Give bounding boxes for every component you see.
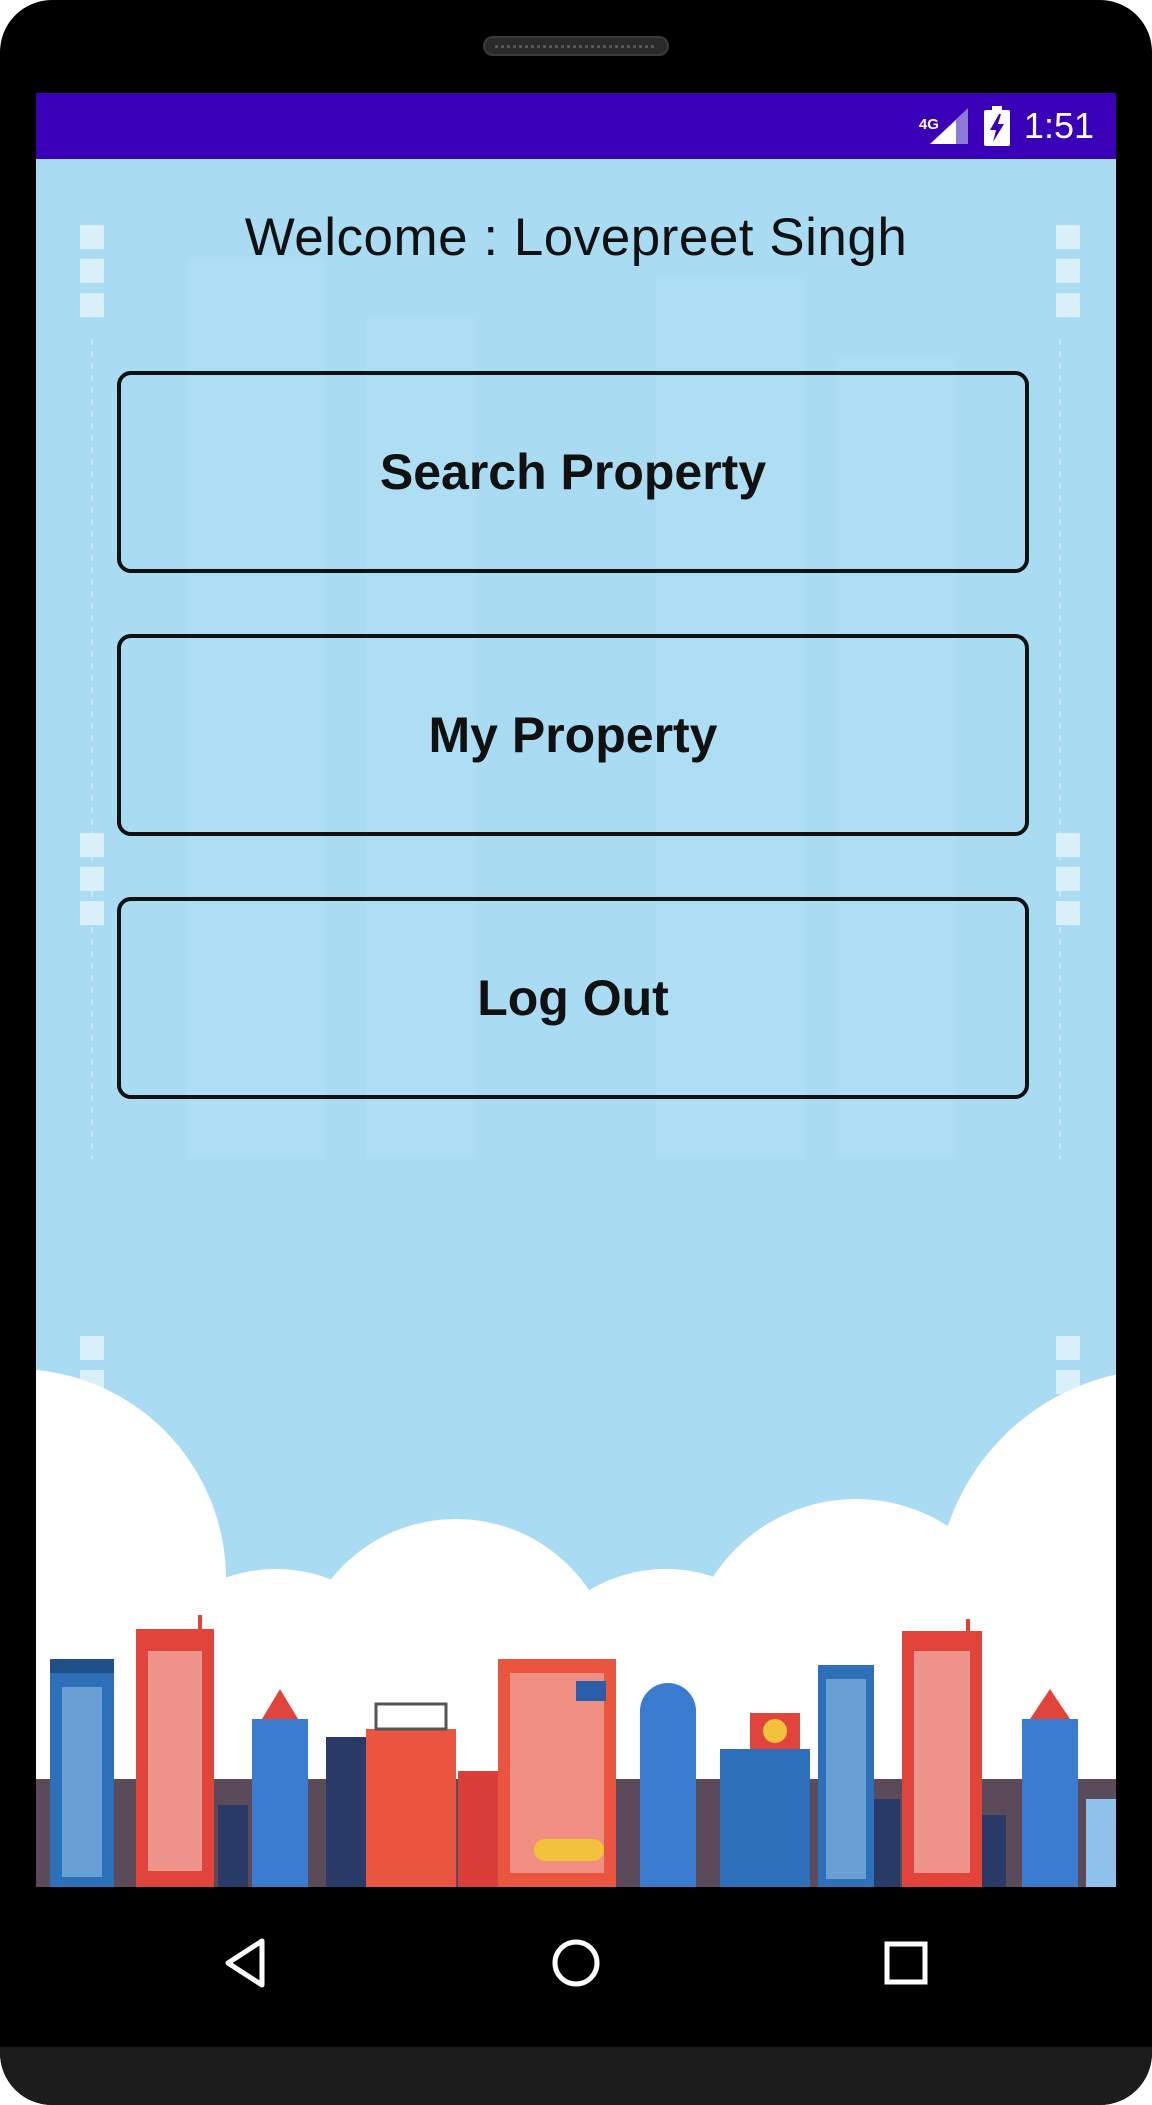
welcome-heading: Welcome : Lovepreet Singh — [36, 207, 1116, 268]
back-triangle-icon[interactable] — [216, 1933, 276, 1993]
status-time: 1:51 — [1023, 105, 1094, 146]
welcome-user-name: Lovepreet Singh — [513, 208, 908, 267]
signal-icon: 4G — [919, 106, 970, 146]
my-property-button[interactable]: My Property — [117, 634, 1029, 836]
android-navigation-bar — [0, 1887, 1152, 2047]
earpiece-speaker — [483, 36, 669, 56]
search-property-button[interactable]: Search Property — [117, 371, 1029, 573]
main-content: Welcome : Lovepreet Singh Search Propert… — [36, 159, 1116, 1887]
device-bottom-bezel — [0, 2047, 1152, 2105]
screen: 4G 1:51 Welcome: Lovepreet Singh Search… — [36, 93, 1116, 1887]
home-circle-icon[interactable] — [546, 1933, 606, 1993]
welcome-prefix: Welcome : — [244, 208, 514, 267]
status-icons: 4G 1:51 — [919, 93, 1094, 159]
status-bar: 4G 1:51 — [36, 93, 1116, 159]
battery-charging-icon — [983, 106, 1010, 146]
device-frame: 4G 1:51 Welcome: Lovepreet Singh Search… — [0, 0, 1152, 2105]
recents-square-icon[interactable] — [876, 1933, 936, 1993]
log-out-button[interactable]: Log Out — [117, 897, 1029, 1099]
